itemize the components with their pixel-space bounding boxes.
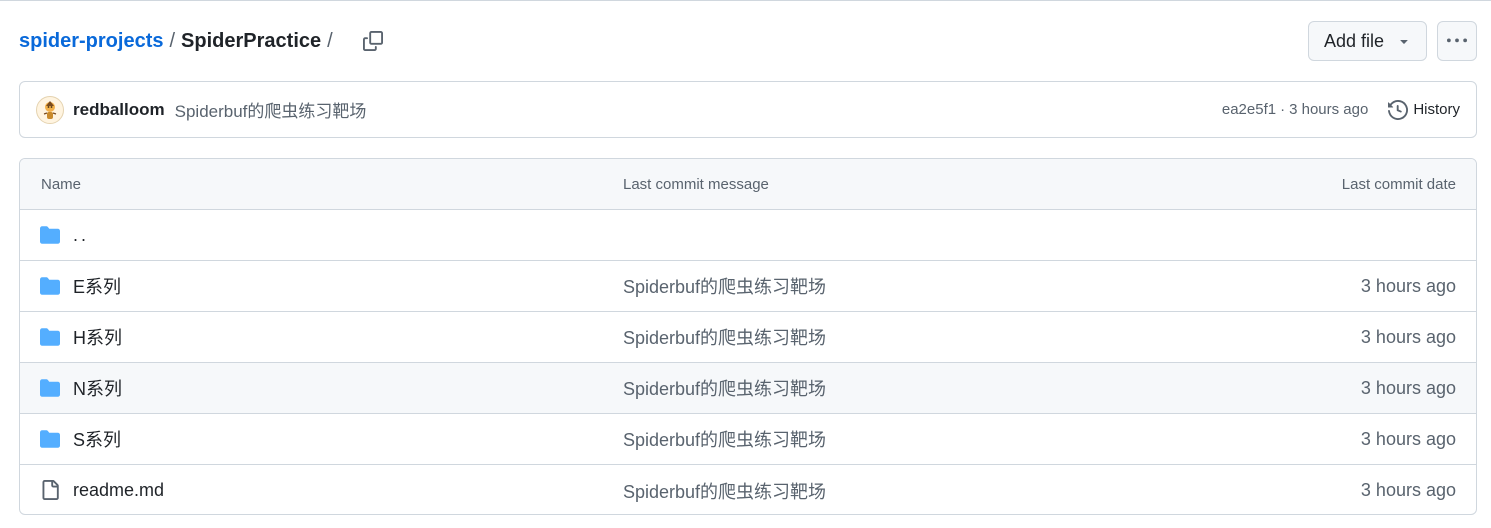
commit-message-link[interactable]: Spiderbuf的爬虫练习靶场 [623,426,826,452]
commit-meta: ea2e5f1 · 3 hours ago History [1222,99,1460,120]
commit-date: 3 hours ago [1360,377,1456,398]
commit-date: 3 hours ago [1360,275,1456,296]
kebab-horizontal-icon [1447,38,1467,43]
commit-message-link[interactable]: Spiderbuf的爬虫练习靶场 [623,478,826,504]
latest-commit-bar: redballoom Spiderbuf的爬虫练习靶场 ea2e5f1 · 3 … [19,81,1477,138]
commit-message-link[interactable]: Spiderbuf的爬虫练习靶场 [623,273,826,299]
parent-directory-row[interactable]: .. [20,210,1476,261]
table-row[interactable]: readme.md Spiderbuf的爬虫练习靶场 3 hours ago [20,465,1476,514]
folder-icon [40,226,60,244]
file-header: spider-projects / SpiderPractice / Add f… [19,20,1477,62]
file-name-link[interactable]: readme.md [73,480,164,501]
table-row[interactable]: N系列 Spiderbuf的爬虫练习靶场 3 hours ago [20,363,1476,414]
folder-icon [40,430,60,448]
table-row[interactable]: S系列 Spiderbuf的爬虫练习靶场 3 hours ago [20,414,1476,465]
file-icon [42,480,59,500]
history-button[interactable]: History [1388,99,1460,120]
table-header: Name Last commit message Last commit dat… [20,159,1476,210]
column-header-message: Last commit message [623,175,769,193]
header-actions: Add file [1308,21,1477,61]
avatar-image [43,100,57,119]
file-name-link[interactable]: H系列 [73,324,122,350]
parent-directory-link[interactable]: .. [73,225,89,246]
commit-date: 3 hours ago [1360,326,1456,347]
column-header-name: Name [41,175,82,193]
folder-icon [40,277,60,295]
breadcrumb-separator: / [169,29,176,52]
commit-time: 3 hours ago [1289,101,1369,118]
history-icon [1388,99,1409,120]
commit-message-link[interactable]: Spiderbuf的爬虫练习靶场 [623,375,826,401]
more-options-button[interactable] [1437,21,1477,61]
commit-message-link[interactable]: Spiderbuf的爬虫练习靶场 [623,324,826,350]
commit-message-link[interactable]: Spiderbuf的爬虫练习靶场 [175,97,367,122]
add-file-button[interactable]: Add file [1308,21,1427,61]
commit-date: 3 hours ago [1360,428,1456,449]
add-file-label: Add file [1324,30,1385,51]
commit-author-link[interactable]: redballoom [73,100,165,120]
top-divider [0,0,1491,1]
triangle-down-icon [1400,40,1408,44]
copy-icon [362,31,383,51]
avatar[interactable] [36,95,64,124]
breadcrumb-current-folder: SpiderPractice [181,29,322,52]
copy-path-button[interactable] [357,25,389,57]
file-name-link[interactable]: E系列 [73,273,121,299]
file-table: Name Last commit message Last commit dat… [19,158,1477,515]
breadcrumb-repo-link[interactable]: spider-projects [19,30,163,53]
file-name-link[interactable]: S系列 [73,426,121,452]
folder-icon [40,379,60,397]
commit-hash-link[interactable]: ea2e5f1 [1222,101,1276,118]
column-header-date: Last commit date [1341,175,1456,193]
table-row[interactable]: E系列 Spiderbuf的爬虫练习靶场 3 hours ago [20,261,1476,312]
breadcrumb: spider-projects / SpiderPractice / [19,30,339,53]
commit-dot-separator: · [1280,101,1286,118]
history-label: History [1413,101,1460,118]
breadcrumb-separator: / [327,29,333,52]
folder-icon [40,328,60,346]
file-name-link[interactable]: N系列 [73,375,122,401]
commit-date: 3 hours ago [1360,480,1456,500]
table-row[interactable]: H系列 Spiderbuf的爬虫练习靶场 3 hours ago [20,312,1476,363]
